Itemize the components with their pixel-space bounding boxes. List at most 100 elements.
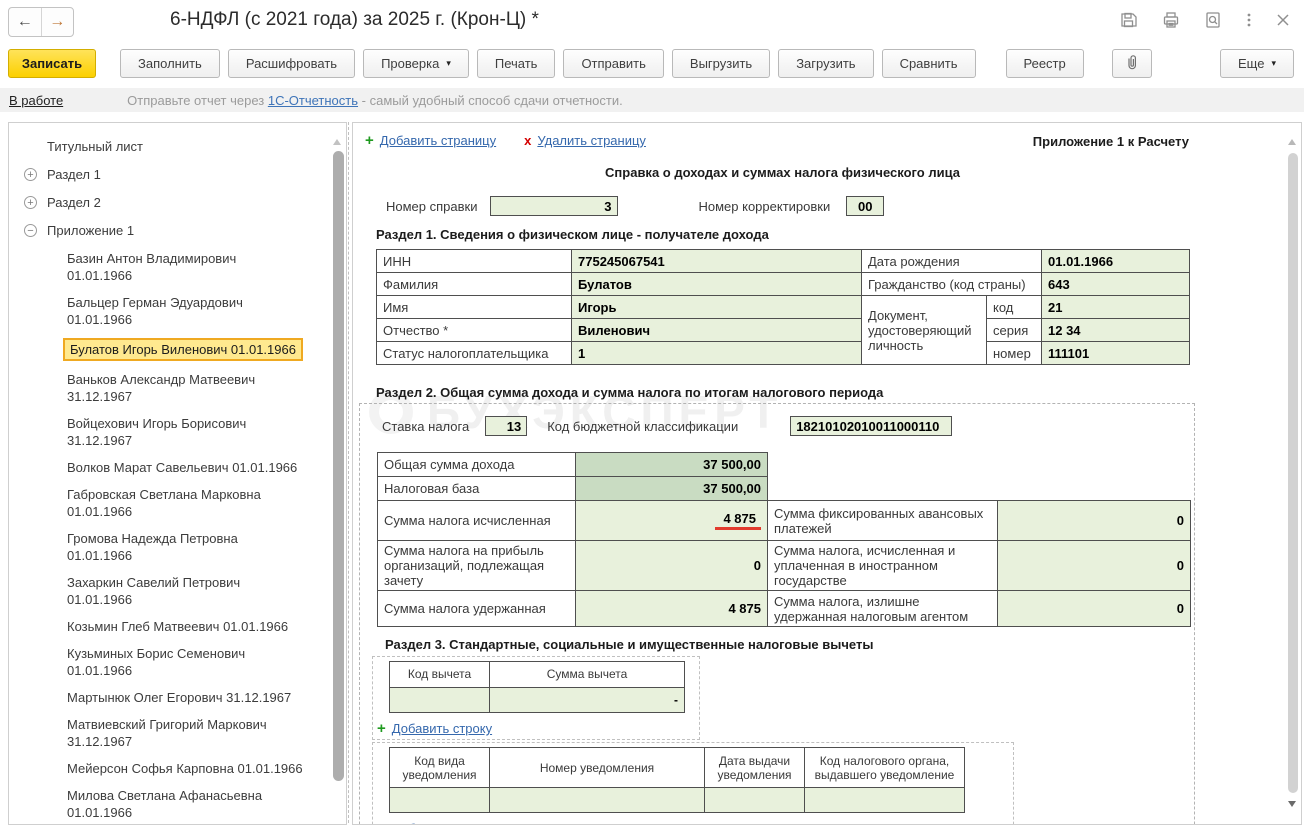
- expand-icon[interactable]: +: [24, 168, 37, 181]
- citizenship-field[interactable]: 643: [1042, 273, 1190, 296]
- sidebar-person-item[interactable]: Мартынюк Олег Егорович 31.12.1967: [9, 684, 346, 711]
- certificate-title: Справка о доходах и суммах налога физиче…: [376, 165, 1189, 180]
- sidebar-person-item[interactable]: Ваньков Александр Матвеевич31.12.1967: [9, 366, 346, 410]
- fill-button[interactable]: Заполнить: [120, 49, 220, 78]
- foreign-tax-field[interactable]: 0: [998, 541, 1191, 591]
- sidebar-section-label: Приложение 1: [47, 223, 134, 238]
- kebab-menu-icon[interactable]: [1246, 11, 1252, 29]
- surname-field[interactable]: Булатов: [572, 273, 862, 296]
- registry-button[interactable]: Реестр: [1006, 49, 1084, 78]
- selected-person-highlight: Булатов Игорь Виленович 01.01.1966: [63, 338, 303, 361]
- sidebar-person-item[interactable]: Габровская Светлана Марковна01.01.1966: [9, 481, 346, 525]
- sidebar-person-item[interactable]: Базин Антон Владимирович01.01.1966: [9, 245, 346, 289]
- doc-code-field[interactable]: 21: [1042, 296, 1190, 319]
- notification-date-cell[interactable]: [705, 788, 805, 813]
- collapse-icon[interactable]: −: [24, 224, 37, 237]
- sidebar-section-0[interactable]: Титульный лист: [9, 133, 346, 161]
- report-tree: Титульный лист+Раздел 1+Раздел 2−Приложе…: [9, 123, 346, 825]
- save-icon[interactable]: [1120, 11, 1138, 29]
- back-button[interactable]: ←: [9, 8, 42, 36]
- notification-number-cell[interactable]: [490, 788, 705, 813]
- tax-base-field[interactable]: 37 500,00: [576, 477, 768, 501]
- tax-calculated-field[interactable]: 4 875: [576, 501, 768, 541]
- compare-button[interactable]: Сравнить: [882, 49, 976, 78]
- sidebar-person-item[interactable]: Войцехович Игорь Борисович31.12.1967: [9, 410, 346, 454]
- scroll-down-arrow-icon[interactable]: [1288, 801, 1296, 807]
- tax-calculated-label: Сумма налога исчисленная: [378, 501, 576, 541]
- fixed-advance-field[interactable]: 0: [998, 501, 1191, 541]
- sidebar-person-item[interactable]: Волков Марат Савельевич 01.01.1966: [9, 454, 346, 481]
- load-button[interactable]: Загрузить: [778, 49, 873, 78]
- print-icon[interactable]: [1162, 11, 1180, 29]
- check-button[interactable]: Проверка▾: [363, 49, 469, 78]
- sidebar-person-item[interactable]: Кузьминых Борис Семенович01.01.1966: [9, 640, 346, 684]
- excess-withheld-field[interactable]: 0: [998, 591, 1191, 627]
- 1c-reporting-link[interactable]: 1С-Отчетность: [268, 93, 358, 108]
- deduction-sum-cell[interactable]: -: [490, 688, 685, 713]
- sidebar-person-item[interactable]: Мейерсон Софья Карповна 01.01.1966: [9, 755, 346, 782]
- name-label: Имя: [377, 296, 572, 319]
- tax-withheld-field[interactable]: 4 875: [576, 591, 768, 627]
- scroll-up-arrow-icon[interactable]: [1288, 139, 1296, 145]
- send-button[interactable]: Отправить: [563, 49, 663, 78]
- total-income-field[interactable]: 37 500,00: [576, 453, 768, 477]
- profit-tax-label: Сумма налога на прибыль организаций, под…: [378, 541, 576, 591]
- panel-splitter[interactable]: [348, 122, 349, 823]
- sidebar-scrollbar[interactable]: [333, 151, 344, 781]
- sidebar-person-item[interactable]: Бальцер Герман Эдуардович01.01.1966: [9, 289, 346, 333]
- sidebar-person-item[interactable]: Милова Светлана Афанасьевна01.01.1966: [9, 782, 346, 825]
- taxpayer-status-field[interactable]: 1: [572, 342, 862, 365]
- section2-sums-table: Общая сумма дохода 37 500,00 Налоговая б…: [377, 452, 1191, 627]
- attach-button[interactable]: [1112, 49, 1152, 78]
- add-notification-row-link[interactable]: Добавить строку: [392, 821, 492, 825]
- unload-button[interactable]: Выгрузить: [672, 49, 770, 78]
- birth-label: Дата рождения: [862, 250, 1042, 273]
- delete-page-link[interactable]: Удалить страницу: [537, 133, 646, 148]
- person-birthdate: 01.01.1966: [67, 804, 338, 821]
- kbk-field[interactable]: 18210102010011000110: [790, 416, 952, 436]
- close-icon[interactable]: [1276, 13, 1290, 27]
- person-birthdate: 01.01.1966: [67, 311, 338, 328]
- doc-number-field[interactable]: 111101: [1042, 342, 1190, 365]
- report-state-link[interactable]: В работе: [9, 93, 63, 108]
- scroll-up-arrow-icon[interactable]: [333, 139, 341, 145]
- certificate-number-field[interactable]: 3: [490, 196, 618, 216]
- add-icon: +: [377, 820, 386, 825]
- sidebar-person-item[interactable]: Матвиевский Григорий Маркович31.12.1967: [9, 711, 346, 755]
- doc-series-field[interactable]: 12 34: [1042, 319, 1190, 342]
- patronymic-field[interactable]: Виленович: [572, 319, 862, 342]
- print-button[interactable]: Печать: [477, 49, 556, 78]
- sidebar-section-2[interactable]: +Раздел 2: [9, 189, 346, 217]
- deduction-code-cell[interactable]: [390, 688, 490, 713]
- sidebar-section-3[interactable]: −Приложение 1: [9, 217, 346, 245]
- inn-field[interactable]: 775245067541: [572, 250, 862, 273]
- sidebar-person-item[interactable]: Булатов Игорь Виленович 01.01.1966: [9, 333, 346, 366]
- more-button[interactable]: Еще▾: [1220, 49, 1294, 78]
- sidebar-person-item[interactable]: Козьмин Глеб Матвеевич 01.01.1966: [9, 613, 346, 640]
- add-page-link[interactable]: Добавить страницу: [380, 133, 496, 148]
- add-deduction-row-link[interactable]: Добавить строку: [392, 721, 492, 736]
- correction-number-field[interactable]: 00: [846, 196, 884, 216]
- notification-type-cell[interactable]: [390, 788, 490, 813]
- notification-authority-cell[interactable]: [805, 788, 965, 813]
- expand-icon[interactable]: +: [24, 196, 37, 209]
- sidebar-person-item[interactable]: Громова Надежда Петровна01.01.1966: [9, 525, 346, 569]
- form-scrollbar[interactable]: [1288, 153, 1298, 793]
- person-birthdate: 01.01.1966: [67, 547, 338, 564]
- person-name: Волков Марат Савельевич 01.01.1966: [67, 460, 297, 475]
- sidebar-section-1[interactable]: +Раздел 1: [9, 161, 346, 189]
- notifications-group: Код вида уведомления Номер уведомления Д…: [372, 742, 1014, 825]
- sidebar-person-item[interactable]: Захаркин Савелий Петрович01.01.1966: [9, 569, 346, 613]
- name-field[interactable]: Игорь: [572, 296, 862, 319]
- paperclip-icon: [1125, 54, 1139, 73]
- status-bar: В работе Отправьте отчет через 1С-Отчетн…: [0, 88, 1304, 112]
- tax-rate-field[interactable]: 13: [485, 416, 527, 436]
- decrypt-button[interactable]: Расшифровать: [228, 49, 355, 78]
- preview-icon[interactable]: [1204, 11, 1222, 29]
- profit-tax-field[interactable]: 0: [576, 541, 768, 591]
- doc-series-label: серия: [987, 319, 1042, 342]
- forward-button[interactable]: →: [42, 8, 74, 36]
- tax-withheld-label: Сумма налога удержанная: [378, 591, 576, 627]
- birth-field[interactable]: 01.01.1966: [1042, 250, 1190, 273]
- save-button[interactable]: Записать: [8, 49, 96, 78]
